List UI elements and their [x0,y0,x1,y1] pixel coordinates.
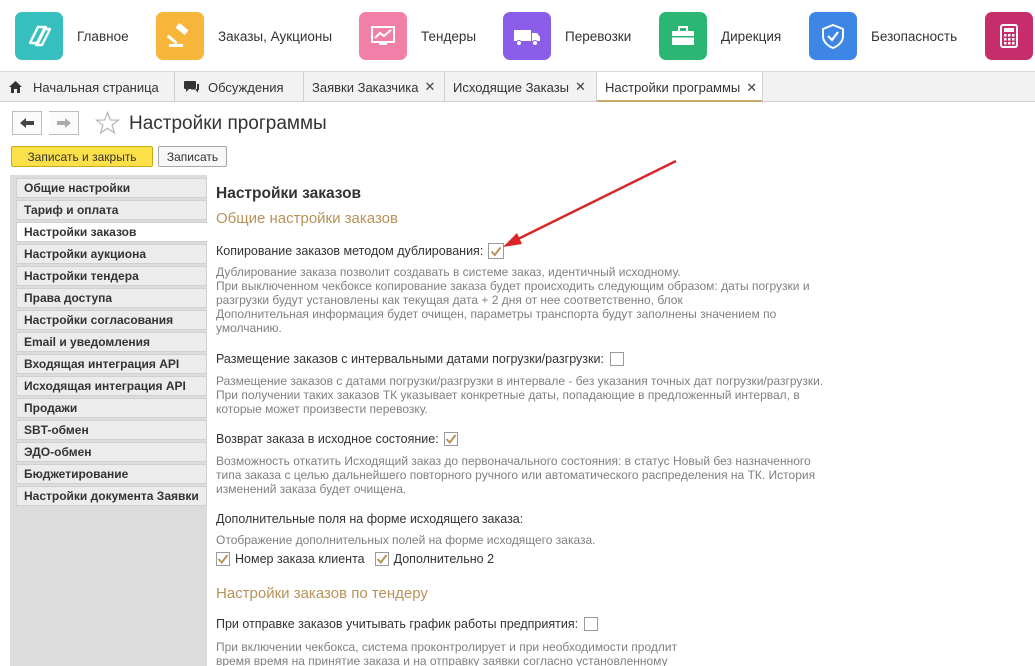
tabs-bar: Начальная страница Обсуждения Заявки Зак… [0,72,1035,103]
setting-label: Копирование заказов методом дублирования… [216,244,484,258]
auction-hammer-icon [156,12,204,60]
close-icon[interactable]: ✕ [746,80,757,96]
duplicate-copy-checkbox[interactable] [488,243,505,259]
main-logo-icon [15,12,63,60]
home-icon [8,80,23,94]
setting-label: Дополнительные поля на форме исходящего … [216,512,524,526]
nav-item-budget[interactable]: Бюджетирование [16,464,207,484]
checkmark-icon [443,432,458,446]
extra-fields-options: Номер заказа клиента Дополнительно 2 [216,552,494,566]
nav-item-email[interactable]: Email и уведомления [16,332,207,352]
nav-item-general[interactable]: Общие настройки [16,178,207,198]
option-label: Дополнительно 2 [393,552,495,566]
section-calculator[interactable] [985,12,1033,60]
setting-label: Возврат заказа в исходное состояние: [216,432,439,446]
setting-description: При включении чекбокса, система проконтр… [216,640,678,666]
tab-program-settings[interactable]: Настройки программы ✕ [597,72,763,103]
section-main[interactable]: Главное [15,12,129,60]
section-security[interactable]: Безопасность [809,12,957,60]
back-button[interactable] [12,111,42,135]
tab-customer-requests[interactable]: Заявки Заказчика ✕ [304,72,445,102]
group-title-tender: Настройки заказов по тендеру [216,585,428,602]
truck-icon [503,12,551,60]
additional-2-checkbox[interactable] [374,552,389,566]
save-button[interactable]: Записать [158,146,227,167]
tab-home[interactable]: Начальная страница [0,72,175,102]
tab-label: Заявки Заказчика [312,79,419,95]
save-and-close-button[interactable]: Записать и закрыть [11,146,153,167]
setting-extra-fields: Дополнительные поля на форме исходящего … [216,512,523,526]
section-label: Дирекция [721,28,782,44]
tab-label: Настройки программы [605,80,741,95]
settings-nav: Общие настройки Тариф и оплата Настройки… [10,175,208,666]
arrow-left-icon [20,118,34,128]
nav-item-edo[interactable]: ЭДО-обмен [16,442,207,462]
setting-description: Отображение дополнительных полей на форм… [216,533,596,547]
setting-description: Возможность откатить Исходящий заказ до … [216,454,816,496]
section-heading: Настройки заказов [216,185,362,202]
favorite-star-icon[interactable] [94,110,121,138]
tab-label: Обсуждения [208,79,284,95]
arrow-right-icon [56,118,71,128]
close-icon[interactable]: ✕ [575,79,586,95]
tab-label: Исходящие Заказы [453,79,570,95]
checkmark-icon [374,552,389,566]
section-label: Заказы, Аукционы [218,28,333,44]
close-icon[interactable]: ✕ [425,79,436,95]
nav-item-sales[interactable]: Продажи [16,398,207,418]
interval-dates-checkbox[interactable] [609,352,624,366]
tab-outgoing-orders[interactable]: Исходящие Заказы ✕ [445,72,597,102]
section-bar: Главное Заказы, Аукционы Тендеры Перевоз… [0,0,1035,72]
comments-icon [183,80,200,94]
nav-item-orders[interactable]: Настройки заказов [16,222,208,242]
nav-item-tender[interactable]: Настройки тендера [16,266,207,286]
section-label: Перевозки [565,28,632,44]
checkmark-icon [491,246,502,257]
shield-check-icon [809,12,857,60]
section-direction[interactable]: Дирекция [659,12,781,60]
setting-revert-order: Возврат заказа в исходное состояние: [216,432,458,446]
forward-button[interactable] [49,111,79,135]
work-schedule-checkbox[interactable] [584,617,599,631]
section-label: Безопасность [871,28,958,44]
setting-work-schedule: При отправке заказов учитывать график ра… [216,617,599,631]
section-tenders[interactable]: Тендеры [359,12,476,60]
page-title: Настройки программы [129,113,327,134]
group-title-general: Общие настройки заказов [216,210,398,227]
setting-description: Размещение заказов с датами погрузки/раз… [216,374,824,416]
nav-item-request-doc[interactable]: Настройки документа Заявки [16,486,207,506]
section-transport[interactable]: Перевозки [503,12,631,60]
setting-duplicate-copy: Копирование заказов методом дублирования… [216,243,505,259]
section-orders-auctions[interactable]: Заказы, Аукционы [156,12,332,60]
nav-item-access[interactable]: Права доступа [16,288,207,308]
setting-label: При отправке заказов учитывать график ра… [216,617,579,631]
tab-discussions[interactable]: Обсуждения [175,72,304,102]
client-order-number-checkbox[interactable] [216,552,230,566]
checkmark-icon [216,552,230,566]
calculator-icon [985,12,1033,60]
option-label: Номер заказа клиента [235,552,365,566]
nav-item-auction[interactable]: Настройки аукциона [16,244,207,264]
briefcase-icon [659,12,707,60]
nav-item-sbt[interactable]: SBT-обмен [16,420,207,440]
setting-interval-dates: Размещение заказов с интервальными датам… [216,352,624,366]
nav-item-tariff[interactable]: Тариф и оплата [16,200,207,220]
setting-label: Размещение заказов с интервальными датам… [216,352,604,366]
nav-item-approval[interactable]: Настройки согласования [16,310,207,330]
tab-label: Начальная страница [33,79,159,95]
section-label: Главное [77,28,129,44]
nav-item-api-out[interactable]: Исходящая интеграция API [16,376,207,396]
section-label: Тендеры [421,28,477,44]
chart-monitor-icon [359,12,407,60]
setting-description: Дублирование заказа позволит создавать в… [216,265,810,335]
revert-order-checkbox[interactable] [443,432,458,446]
nav-item-api-in[interactable]: Входящая интеграция API [16,354,207,374]
